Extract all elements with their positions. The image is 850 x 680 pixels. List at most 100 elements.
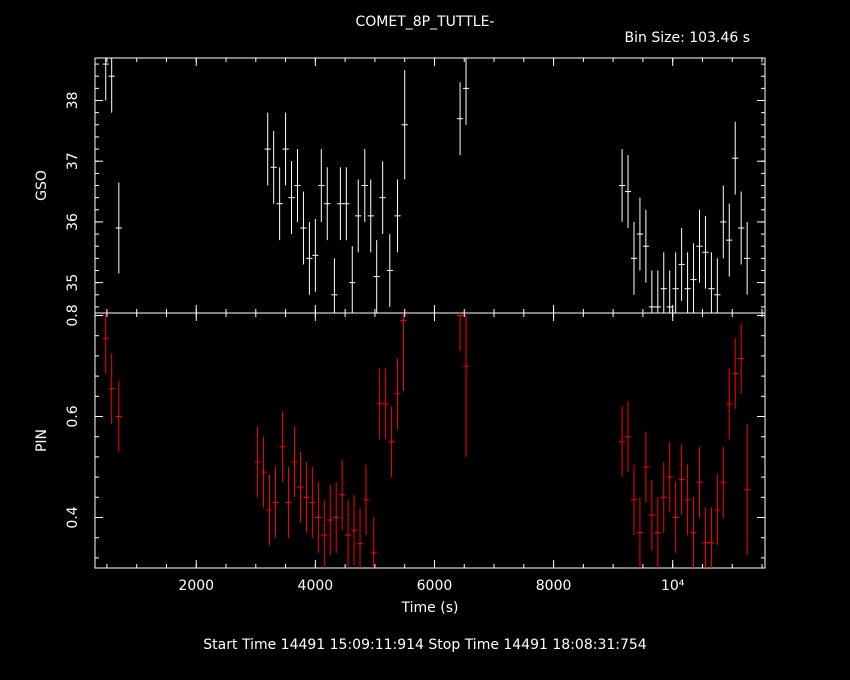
data-point-pin <box>266 474 273 546</box>
data-point-gso <box>312 218 319 292</box>
data-point-pin <box>279 411 286 483</box>
data-point-pin <box>382 368 389 440</box>
data-point-pin <box>362 464 370 536</box>
y-tick-label: 38 <box>65 92 81 110</box>
data-point-pin <box>102 313 109 374</box>
data-point-pin <box>260 436 267 508</box>
data-point-gso <box>361 149 368 222</box>
data-point-pin <box>678 444 685 515</box>
y-tick-label: 0.6 <box>65 405 81 427</box>
data-point-gso <box>355 179 362 253</box>
data-point-pin <box>350 494 358 566</box>
x-tick-label: 8000 <box>536 578 572 594</box>
data-point-gso <box>684 252 691 313</box>
panel-frame-gso <box>94 57 766 314</box>
data-point-pin <box>388 406 395 478</box>
data-point-gso <box>324 167 331 241</box>
data-point-gso <box>276 167 283 241</box>
data-point-gso <box>744 221 751 295</box>
data-point-pin <box>684 464 691 536</box>
data-point-gso <box>379 161 386 235</box>
x-tick-label: 10⁴ <box>661 578 685 594</box>
data-point-pin <box>327 484 334 556</box>
data-point-gso <box>630 221 638 295</box>
data-point-pin <box>115 381 122 452</box>
data-point-pin <box>400 313 407 392</box>
data-point-pin <box>720 446 727 518</box>
data-point-pin <box>714 474 721 546</box>
data-point-gso <box>270 130 277 204</box>
data-point-gso <box>672 252 679 313</box>
data-point-pin <box>462 313 470 457</box>
data-point-gso <box>732 121 739 195</box>
data-point-gso <box>618 149 626 222</box>
data-point-pin <box>356 508 364 568</box>
data-point-gso <box>690 243 697 313</box>
data-point-pin <box>254 426 261 498</box>
data-point-gso <box>708 252 715 313</box>
data-point-gso <box>401 70 408 180</box>
data-point-gso <box>660 252 667 313</box>
data-point-pin <box>708 507 715 568</box>
data-point-pin <box>630 464 638 536</box>
y-axis-label-pin: PIN <box>34 429 50 452</box>
data-point-gso <box>738 191 745 265</box>
data-point-gso <box>300 191 307 265</box>
data-point-gso <box>696 209 703 283</box>
data-point-gso <box>288 161 295 235</box>
data-point-gso <box>702 215 709 289</box>
data-point-gso <box>294 149 301 222</box>
y-tick-label: 0.8 <box>65 304 81 326</box>
data-point-gso <box>343 167 350 241</box>
data-point-gso <box>636 197 644 271</box>
y-axis-label-gso: GSO <box>34 170 50 201</box>
y-tick-label: 37 <box>65 152 81 170</box>
x-axis-label: Time (s) <box>401 600 459 616</box>
data-point-gso <box>726 203 733 277</box>
data-point-pin <box>333 482 340 553</box>
data-point-gso <box>367 179 374 253</box>
data-point-pin <box>394 358 401 430</box>
data-point-pin <box>309 467 316 538</box>
data-point-pin <box>690 497 697 568</box>
data-point-pin <box>726 368 733 440</box>
data-point-gso <box>394 179 401 253</box>
lightcurve-chart: 35 36 37 38 GSO 0.4 0.6 0.8 PIN 2000 4000 6000 8000 1… <box>34 57 766 616</box>
data-point-gso <box>666 270 673 313</box>
data-point-gso <box>714 258 721 313</box>
data-point-pin <box>624 401 632 473</box>
y-tick-label: 0.4 <box>65 506 81 528</box>
data-point-pin <box>285 467 292 538</box>
data-point-gso <box>720 185 727 259</box>
start-stop-time: Start Time 14491 15:09:11:914 Stop Time … <box>203 637 647 653</box>
data-point-pin <box>666 441 673 513</box>
x-tick-label: 4000 <box>298 578 334 594</box>
data-point-pin <box>315 482 322 553</box>
data-point-gso <box>282 112 289 186</box>
data-point-gso <box>462 58 470 125</box>
data-point-pin <box>291 426 298 498</box>
data-point-gso <box>678 228 685 301</box>
data-point-pin <box>648 479 655 551</box>
data-point-gso <box>318 149 325 222</box>
data-point-pin <box>345 499 352 568</box>
data-point-pin <box>696 446 703 518</box>
data-point-pin <box>108 353 115 425</box>
data-point-pin <box>672 482 679 553</box>
data-point-gso <box>306 221 313 295</box>
data-point-gso <box>456 82 464 156</box>
data-point-gso <box>264 112 271 186</box>
data-point-gso <box>331 258 338 313</box>
data-point-pin <box>303 461 310 533</box>
x-tick-label: 6000 <box>417 578 453 594</box>
data-point-gso <box>642 209 649 283</box>
data-point-gso <box>654 270 661 313</box>
data-point-gso <box>337 167 344 241</box>
data-point-pin <box>618 406 626 478</box>
data-point-gso <box>102 58 109 101</box>
data-point-pin <box>738 323 745 394</box>
data-point-pin <box>272 467 279 538</box>
y-tick-label: 36 <box>65 213 81 231</box>
data-point-gso <box>373 240 380 313</box>
data-point-pin <box>297 451 304 523</box>
